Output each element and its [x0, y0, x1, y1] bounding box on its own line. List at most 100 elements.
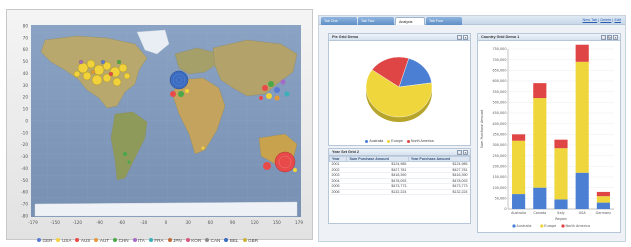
bar-segment[interactable]	[575, 44, 589, 62]
pie-card-header: Pie Grid Demo □ ×	[329, 34, 470, 41]
edit-link[interactable]: Edit	[614, 18, 621, 22]
legend-label: Europe	[544, 224, 556, 228]
legend-label: CAN	[210, 237, 221, 243]
legend-dot-icon	[540, 224, 544, 228]
legend-label: AUS	[80, 237, 91, 243]
y-tick-label: 100,000	[492, 186, 506, 190]
y-tick-label: 20	[23, 95, 29, 100]
table-card-header: Year Set Grid 2 □ ×	[329, 149, 470, 156]
legend-dot-icon	[512, 224, 516, 228]
bar-segment[interactable]	[512, 140, 526, 195]
legend-label: AUT	[99, 237, 110, 243]
x-tick-label: 0	[165, 220, 168, 225]
bar-segment[interactable]	[554, 139, 568, 149]
map-panel[interactable]: 80 70 60 50 40 30 20 10 0 -10 -20 -30 -40 -50 -60 -70 -8…	[6, 9, 314, 243]
x-tick-label: Australia	[511, 211, 526, 215]
bar-segment[interactable]	[512, 134, 526, 141]
maximize-icon[interactable]: □	[457, 150, 462, 155]
tab-bar: Tab One Tab Two Analysis Tab Four New Ta…	[319, 16, 625, 25]
bar-segment[interactable]	[596, 191, 610, 197]
bar-card-title: Country Grid Demo 1	[481, 35, 520, 39]
y-tick-label: -20	[21, 142, 28, 147]
tab-one[interactable]: Tab One	[321, 17, 357, 25]
legend-item[interactable]: AUT	[94, 238, 109, 243]
y-tick-label: 450,000	[492, 111, 506, 115]
y-tick-label: -70	[21, 202, 28, 207]
legend-item[interactable]: GER	[37, 238, 52, 243]
refresh-icon[interactable]: ↻	[607, 35, 612, 40]
y-tick-label: 10	[23, 107, 29, 112]
maximize-icon[interactable]: □	[457, 35, 462, 40]
table-row[interactable]: 2006 $132,224 $132,224	[329, 189, 470, 195]
legend-item[interactable]: ITA	[132, 238, 145, 243]
legend-item[interactable]: KOR	[185, 238, 201, 243]
y-tick-label: 50,000	[495, 197, 507, 201]
bar-card-header: Country Grid Demo 1 □ ↻ ×	[478, 34, 620, 41]
y-tick-label: 750,000	[492, 47, 506, 51]
x-tick-label: 60	[208, 220, 214, 225]
antarctica	[34, 201, 298, 217]
legend-dot-icon	[37, 238, 41, 242]
legend-dot-icon	[205, 238, 210, 242]
legend-item[interactable]: GBR	[242, 237, 259, 243]
legend-dot-icon	[387, 139, 391, 143]
y-tick-label: 150,000	[492, 175, 506, 179]
bar-segment[interactable]	[554, 148, 568, 200]
tab-two[interactable]: Tab Two	[358, 17, 394, 25]
y-tick-label: 50	[23, 59, 29, 64]
legend-label: BEL	[229, 237, 239, 243]
bar-segment[interactable]	[533, 98, 547, 188]
legend-dot-icon	[365, 139, 369, 143]
table-cell: 2006	[329, 189, 347, 195]
x-tick-label: -120	[73, 220, 83, 225]
y-tick-label: 0	[504, 207, 506, 211]
bar-segment[interactable]	[533, 187, 547, 209]
close-icon[interactable]: ×	[613, 35, 618, 40]
legend-dot-icon	[185, 238, 190, 242]
bar-segment[interactable]	[575, 61, 589, 173]
new-tab-link[interactable]: New Tab	[583, 18, 598, 22]
y-tick-label: -10	[21, 130, 28, 135]
bar-segment[interactable]	[596, 196, 610, 203]
pie-chart[interactable]	[329, 41, 470, 137]
legend-item[interactable]: JPN	[167, 237, 182, 243]
close-icon[interactable]: ×	[463, 35, 468, 40]
dashboard: Tab One Tab Two Analysis Tab Four New Ta…	[318, 15, 626, 242]
y-tick-label: 700,000	[492, 58, 506, 62]
y-tick-label: -60	[21, 190, 28, 195]
legend-label: GBR	[248, 237, 259, 243]
legend-item[interactable]: BEL	[224, 237, 239, 243]
legend-dot-icon	[56, 238, 61, 242]
legend-item[interactable]: FRA	[148, 238, 164, 243]
legend-item[interactable]: AUS	[75, 238, 90, 243]
legend-label: JPN	[173, 237, 182, 243]
bar-segment[interactable]	[533, 83, 547, 99]
maximize-icon[interactable]: □	[601, 35, 606, 40]
bar-segment[interactable]	[575, 172, 589, 209]
bar-segment[interactable]	[512, 194, 526, 209]
stacked-bar-chart[interactable]: 750,000 700,000 650,000 600,000 550,000 500,0…	[478, 41, 620, 232]
x-tick-label: 90	[230, 220, 236, 225]
x-tick-label: -179	[28, 220, 38, 225]
legend-item[interactable]: USA	[56, 238, 71, 243]
legend-dot-icon	[113, 238, 118, 242]
x-axis-title: Region	[555, 217, 567, 221]
close-icon[interactable]: ×	[463, 150, 468, 155]
tab-links: New Tab | Delete | Edit	[582, 18, 621, 22]
world-map[interactable]: 80 70 60 50 40 30 20 10 0 -10 -20 -30 -40 -50 -60 -70 -8…	[7, 10, 314, 241]
legend-dot-icon	[242, 238, 247, 242]
legend-item: Europe	[387, 139, 403, 143]
legend-item[interactable]: CHN	[113, 238, 129, 243]
x-tick-label: 179	[295, 220, 303, 225]
y-axis-title: Sum Purchase Amount	[480, 109, 484, 148]
delete-link[interactable]: Delete	[600, 18, 611, 22]
legend-item[interactable]: CAN	[205, 238, 220, 243]
legend-label: Australia	[369, 139, 384, 143]
legend-label: USA	[61, 237, 72, 243]
tab-four[interactable]: Tab Four	[426, 17, 462, 25]
table-card-title: Year Set Grid 2	[332, 150, 360, 154]
bar-segment[interactable]	[596, 202, 610, 209]
tab-analysis[interactable]: Analysis	[395, 17, 425, 25]
legend-dot-icon	[75, 238, 80, 242]
bar-segment[interactable]	[554, 199, 568, 209]
